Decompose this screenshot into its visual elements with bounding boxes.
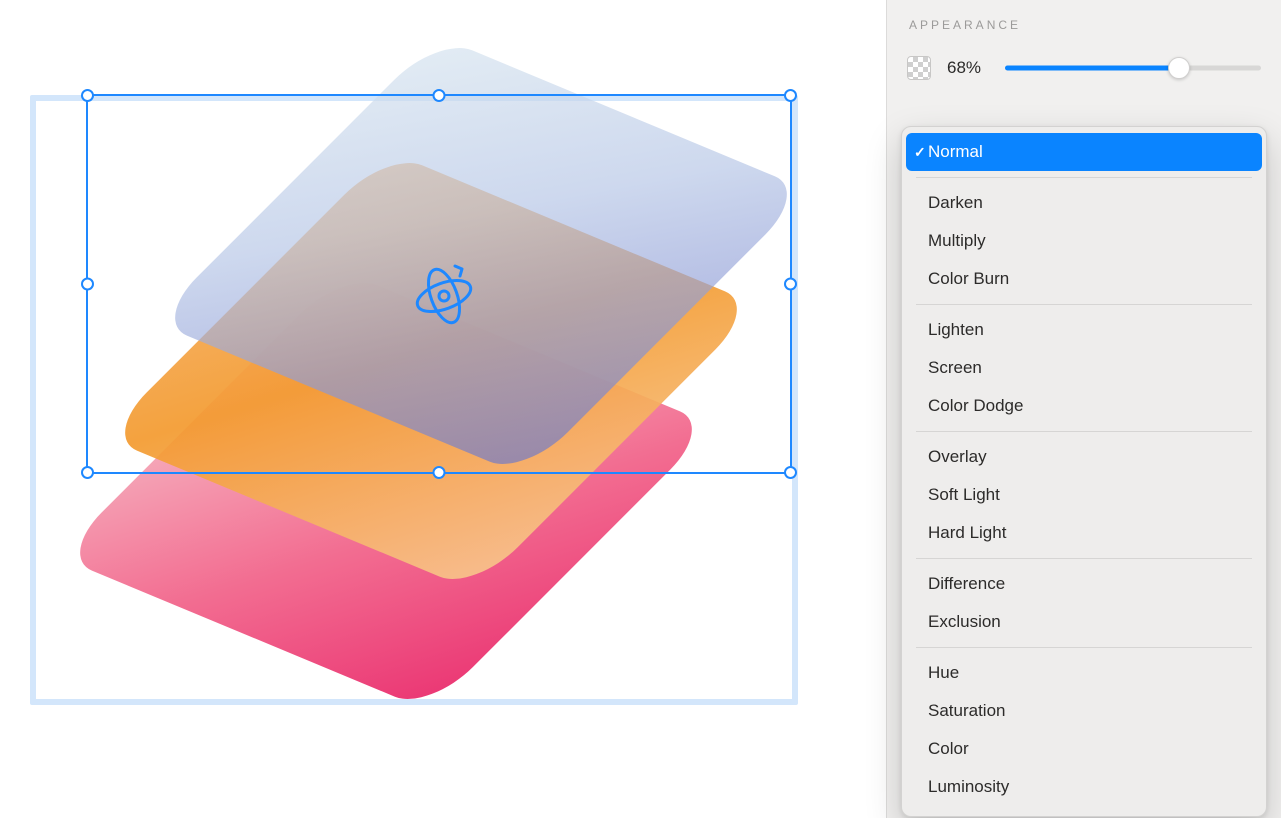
blend-mode-label: Luminosity bbox=[928, 777, 1009, 797]
inspector-panel: APPEARANCE 68% ✓Normal Darken Multiply Colo… bbox=[886, 0, 1281, 818]
blend-mode-label: Soft Light bbox=[928, 485, 1000, 505]
blend-mode-multiply[interactable]: Multiply bbox=[902, 222, 1266, 260]
blend-mode-label: Darken bbox=[928, 193, 983, 213]
blend-mode-darken[interactable]: Darken bbox=[902, 184, 1266, 222]
blend-mode-hard-light[interactable]: Hard Light bbox=[902, 514, 1266, 552]
blend-mode-label: Lighten bbox=[928, 320, 984, 340]
blend-mode-label: Color Burn bbox=[928, 269, 1009, 289]
blend-mode-label: Multiply bbox=[928, 231, 986, 251]
blend-mode-soft-light[interactable]: Soft Light bbox=[902, 476, 1266, 514]
blend-mode-difference[interactable]: Difference bbox=[902, 565, 1266, 603]
blend-mode-label: Saturation bbox=[928, 701, 1006, 721]
menu-separator bbox=[916, 177, 1252, 178]
blend-mode-screen[interactable]: Screen bbox=[902, 349, 1266, 387]
blend-mode-label: Overlay bbox=[928, 447, 987, 467]
blend-mode-label: Exclusion bbox=[928, 612, 1001, 632]
blend-mode-label: Screen bbox=[928, 358, 982, 378]
blend-mode-label: Difference bbox=[928, 574, 1005, 594]
blend-mode-normal[interactable]: ✓Normal bbox=[906, 133, 1262, 171]
blend-mode-exclusion[interactable]: Exclusion bbox=[902, 603, 1266, 641]
blend-mode-color[interactable]: Color bbox=[902, 730, 1266, 768]
blend-mode-overlay[interactable]: Overlay bbox=[902, 438, 1266, 476]
blend-mode-color-burn[interactable]: Color Burn bbox=[902, 260, 1266, 298]
blend-mode-saturation[interactable]: Saturation bbox=[902, 692, 1266, 730]
menu-separator bbox=[916, 304, 1252, 305]
check-icon: ✓ bbox=[914, 144, 926, 161]
opacity-slider-fill bbox=[1005, 66, 1179, 71]
opacity-slider-thumb[interactable] bbox=[1168, 57, 1190, 79]
menu-separator bbox=[916, 558, 1252, 559]
menu-separator bbox=[916, 431, 1252, 432]
layer-stack bbox=[86, 81, 786, 721]
opacity-row: 68% bbox=[907, 56, 1261, 80]
blend-mode-label: Normal bbox=[928, 142, 983, 162]
blend-mode-luminosity[interactable]: Luminosity bbox=[902, 768, 1266, 806]
blend-mode-label: Color Dodge bbox=[928, 396, 1023, 416]
blend-mode-lighten[interactable]: Lighten bbox=[902, 311, 1266, 349]
opacity-slider[interactable] bbox=[1005, 57, 1261, 79]
blend-mode-label: Hard Light bbox=[928, 523, 1006, 543]
opacity-value[interactable]: 68% bbox=[947, 58, 989, 78]
menu-separator bbox=[916, 647, 1252, 648]
appearance-section-title: APPEARANCE bbox=[907, 18, 1261, 32]
canvas[interactable] bbox=[0, 0, 886, 818]
opacity-swatch-icon[interactable] bbox=[907, 56, 931, 80]
artboard bbox=[30, 95, 798, 705]
rotate-3d-icon[interactable] bbox=[406, 258, 482, 334]
blend-mode-dropdown[interactable]: ✓Normal Darken Multiply Color Burn Lighten Sc… bbox=[901, 126, 1267, 817]
blend-mode-color-dodge[interactable]: Color Dodge bbox=[902, 387, 1266, 425]
blend-mode-label: Hue bbox=[928, 663, 959, 683]
blend-mode-label: Color bbox=[928, 739, 969, 759]
blend-mode-hue[interactable]: Hue bbox=[902, 654, 1266, 692]
